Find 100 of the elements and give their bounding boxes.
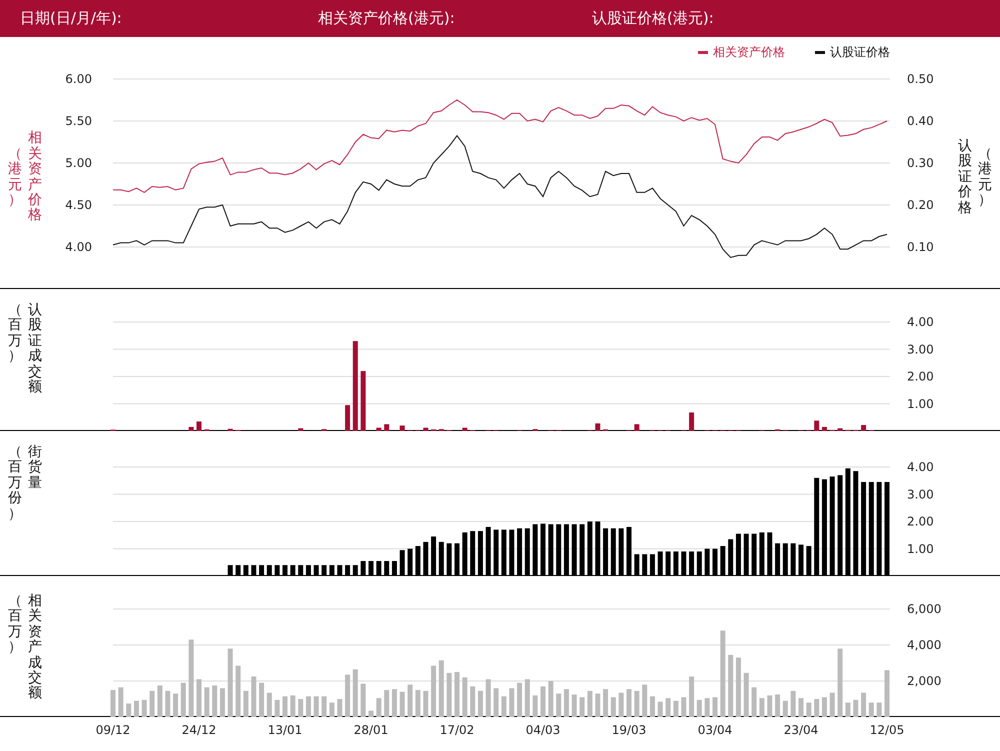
bar [228, 428, 233, 431]
bar [704, 548, 710, 576]
x-tick-label: 13/01 [268, 723, 302, 737]
bar [306, 696, 311, 717]
y-tick-label: 0.50 [907, 72, 934, 86]
bar [509, 688, 514, 717]
bar [345, 405, 350, 431]
bar [110, 690, 116, 717]
y-tick-label: 1.00 [907, 396, 934, 411]
bar [470, 531, 476, 576]
bar [322, 696, 327, 717]
bar [360, 371, 366, 431]
bar [384, 561, 390, 576]
bar [165, 690, 170, 717]
bar [282, 565, 288, 576]
bar [438, 542, 444, 576]
bar [251, 565, 256, 576]
bar [204, 687, 210, 717]
bar [595, 522, 600, 576]
bar [314, 696, 319, 717]
y-tick-label: 1.00 [907, 542, 934, 556]
bar [329, 702, 334, 717]
x-tick-label: 09/12 [96, 723, 130, 737]
bar [752, 687, 757, 717]
bar [556, 694, 562, 717]
bar [775, 543, 780, 576]
bar [438, 660, 444, 717]
bar [822, 697, 827, 717]
bar [689, 412, 694, 431]
bar [376, 561, 382, 576]
bar [564, 689, 569, 717]
bar [658, 702, 663, 717]
bar [666, 551, 671, 576]
bar [259, 565, 264, 576]
y-tick-label: 0.20 [907, 198, 934, 212]
bar [634, 424, 640, 431]
bar [266, 692, 272, 717]
bar [775, 694, 780, 717]
bar [704, 698, 710, 717]
bar [806, 546, 812, 576]
bar [603, 528, 608, 576]
bar [806, 702, 812, 717]
bar [360, 561, 366, 576]
bar [266, 565, 272, 576]
bar [220, 688, 225, 717]
bar [861, 425, 866, 431]
bar [118, 687, 124, 717]
bar [236, 565, 241, 576]
bar [501, 696, 506, 717]
bar [415, 690, 420, 717]
bar [400, 426, 405, 431]
bar [431, 536, 436, 576]
bar [298, 428, 304, 431]
y-tick-label: 6,000 [907, 602, 942, 616]
bar [650, 696, 655, 717]
bar [626, 526, 632, 576]
bar [658, 551, 663, 576]
bar [580, 697, 585, 717]
bar [634, 690, 640, 717]
bar [462, 532, 468, 576]
bar [572, 694, 577, 717]
bar [782, 543, 788, 576]
bar [712, 548, 718, 576]
bar [134, 700, 139, 717]
x-tick-label: 17/02 [440, 723, 474, 737]
bar [696, 551, 702, 576]
y-tick-label: 4.00 [907, 460, 934, 474]
bar [603, 689, 608, 717]
bar [392, 561, 397, 576]
bar [180, 682, 186, 717]
bar [736, 534, 741, 576]
bar [478, 690, 483, 717]
x-tick-label: 04/03 [526, 723, 560, 737]
bar [728, 539, 734, 576]
axis-title: 认股证价格 [958, 139, 972, 216]
bar [259, 682, 264, 717]
bar [524, 679, 530, 717]
bar [408, 548, 413, 576]
y-tick-label: 0.10 [907, 240, 934, 254]
bar [478, 531, 483, 576]
bar [736, 658, 741, 717]
bar [853, 700, 858, 717]
y-tick-label: 5.00 [65, 156, 92, 170]
bar [142, 700, 147, 717]
bar [337, 699, 342, 717]
bar [838, 648, 843, 717]
y-tick-label: 4.50 [65, 198, 92, 212]
bar [446, 543, 452, 576]
bar [876, 702, 882, 717]
bar [759, 698, 764, 717]
bar [376, 428, 382, 431]
bar [157, 686, 162, 717]
bar [634, 554, 640, 576]
bar [322, 565, 327, 576]
bar [666, 698, 671, 717]
y-tick-label: 4.00 [65, 240, 92, 254]
bar [376, 698, 382, 717]
bar [408, 684, 413, 717]
bar [486, 679, 491, 717]
bar [462, 428, 468, 431]
